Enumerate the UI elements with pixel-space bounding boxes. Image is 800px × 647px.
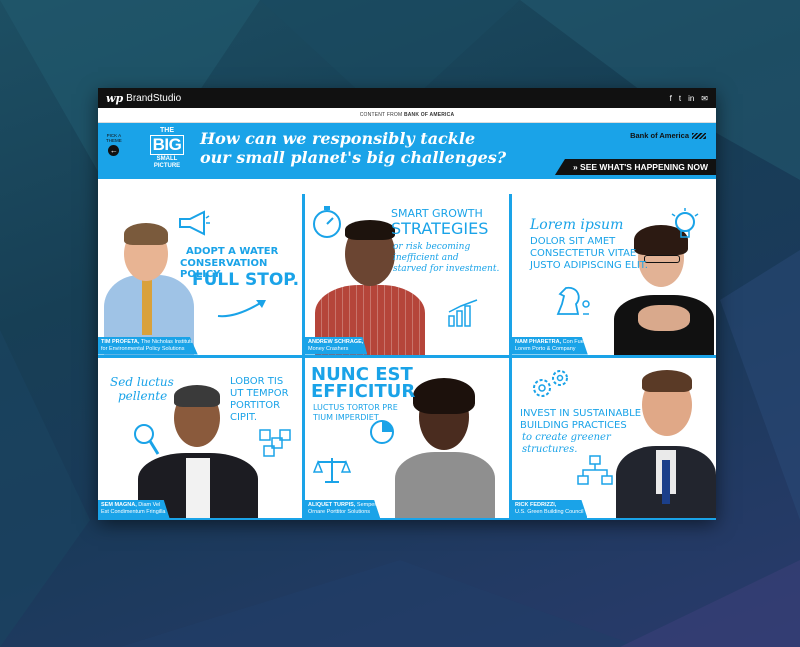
tile-caption: RICK FEDRIZZI, U.S. Green Building Counc… [512, 500, 588, 518]
arrow-doodle [217, 300, 266, 318]
email-icon[interactable]: ✉ [701, 94, 708, 103]
linkedin-icon[interactable]: in [688, 94, 694, 103]
wp-logo: wp [106, 91, 124, 105]
tile-andrew-schrage[interactable]: SMART GROWTH STRATEGIES or risk becoming… [305, 194, 509, 355]
back-arrow-icon: ← [108, 145, 120, 156]
boa-flag-icon [692, 132, 706, 139]
quote-line-6: CIPIT. [230, 411, 258, 423]
big-small-picture-logo: THE BIG SMALL PICTURE [144, 127, 190, 177]
bank-of-america-logo: Bank of America [630, 131, 706, 140]
quote-line-1: Lorem ipsum [530, 217, 624, 233]
quote-line-4: inefficient and [393, 253, 459, 263]
quote-line-2: STRATEGIES [391, 219, 489, 238]
pie-chart-icon [370, 419, 394, 444]
lightbulb-icon [671, 208, 699, 238]
facebook-icon[interactable]: f [670, 94, 672, 103]
top-bar: wp BrandStudio f t in ✉ [98, 88, 716, 108]
tile-caption: ANDREW SCHRAGE, Money Crashers [305, 336, 368, 355]
person-photo [616, 368, 716, 518]
sponsor-name: BANK OF AMERICA [403, 112, 455, 118]
quote-line-1: Sed luctus [110, 374, 174, 389]
quote-line-3: CONSECTETUR VITAE [530, 248, 637, 259]
see-whats-happening-button[interactable]: » SEE WHAT'S HAPPENING NOW [554, 159, 716, 175]
quote-line-4: JUSTO ADIPISCING ELIT. [530, 260, 648, 271]
flowchart-icon [577, 454, 613, 485]
quote-line-5: PORTITOR [230, 399, 281, 411]
tile-aliquet-turpis[interactable]: NUNC EST EFFICITUR LUCTUS TORTOR PRE TIU… [305, 357, 509, 518]
headline: How can we responsibly tackle our small … [200, 129, 507, 167]
growth-chart-icon [448, 299, 478, 327]
pick-theme-back[interactable]: PICK A THEME ← [106, 133, 122, 156]
tile-caption: ALIQUET TURPIS, Semper Ornare Porttitor … [305, 500, 381, 518]
tile-caption: NAM PHARETRA, Con Fue Lorem Porto & Comp… [512, 336, 588, 355]
content-from-line: CONTENT FROM BANK OF AMERICA [98, 108, 716, 123]
scales-icon [313, 457, 351, 483]
quote-line-2: DOLOR SIT AMET [530, 236, 616, 247]
quote-line-5: starved for investment. [393, 264, 500, 274]
chess-knight-icon [556, 286, 590, 315]
quote-line-2: EFFICITUR [311, 380, 416, 402]
banner: PICK A THEME ← THE BIG SMALL PICTURE How… [98, 123, 716, 179]
tile-caption: SEM MAGNA, Diam Vel Est Condimentum Frin… [98, 500, 170, 518]
quote-line-4: UT TEMPOR [230, 387, 289, 399]
tile-nam-pharetra[interactable]: Lorem ipsum DOLOR SIT AMET CONSECTETUR V… [512, 194, 716, 355]
quote-line-4: structures. [522, 443, 578, 455]
quote-line-3: FULL STOP. [192, 270, 300, 290]
brandstudio-logo[interactable]: wp BrandStudio [106, 92, 181, 105]
stopwatch-icon [313, 206, 341, 238]
tile-tim-profeta[interactable]: ADOPT A WATER CONSERVATION POLICY. FULL … [98, 194, 302, 355]
tile-caption: TIM PROFETA, The Nicholas Institute for … [98, 336, 198, 355]
quote-line-1: ADOPT A WATER [186, 246, 279, 257]
quote-line-1: INVEST IN SUSTAINABLE [520, 407, 642, 419]
quote-line-2: BUILDING PRACTICES [520, 419, 627, 431]
quote-line-2: pellente [118, 388, 168, 403]
megaphone-icon [179, 210, 210, 236]
quote-line-1: SMART GROWTH [391, 207, 483, 220]
quote-line-3: LOBOR TIS [230, 375, 284, 387]
quote-line-3: or risk becoming [393, 242, 471, 252]
twitter-icon[interactable]: t [679, 94, 681, 103]
tile-rick-fedrizzi[interactable]: INVEST IN SUSTAINABLE BUILDING PRACTICES… [512, 357, 716, 518]
brand-name: BrandStudio [126, 92, 182, 104]
quote-line-3: to create greener [522, 431, 611, 443]
magnifier-icon [134, 423, 160, 455]
tile-grid: ADOPT A WATER CONSERVATION POLICY. FULL … [98, 194, 716, 520]
social-links: f t in ✉ [670, 94, 708, 103]
person-photo [608, 224, 716, 355]
gears-icon [533, 369, 568, 397]
puzzle-icon [259, 428, 291, 457]
tile-sem-magna[interactable]: Sed luctus pellente LOBOR TIS UT TEMPOR … [98, 357, 302, 518]
browser-frame: wp BrandStudio f t in ✉ CONTENT FROM BAN… [98, 88, 716, 520]
